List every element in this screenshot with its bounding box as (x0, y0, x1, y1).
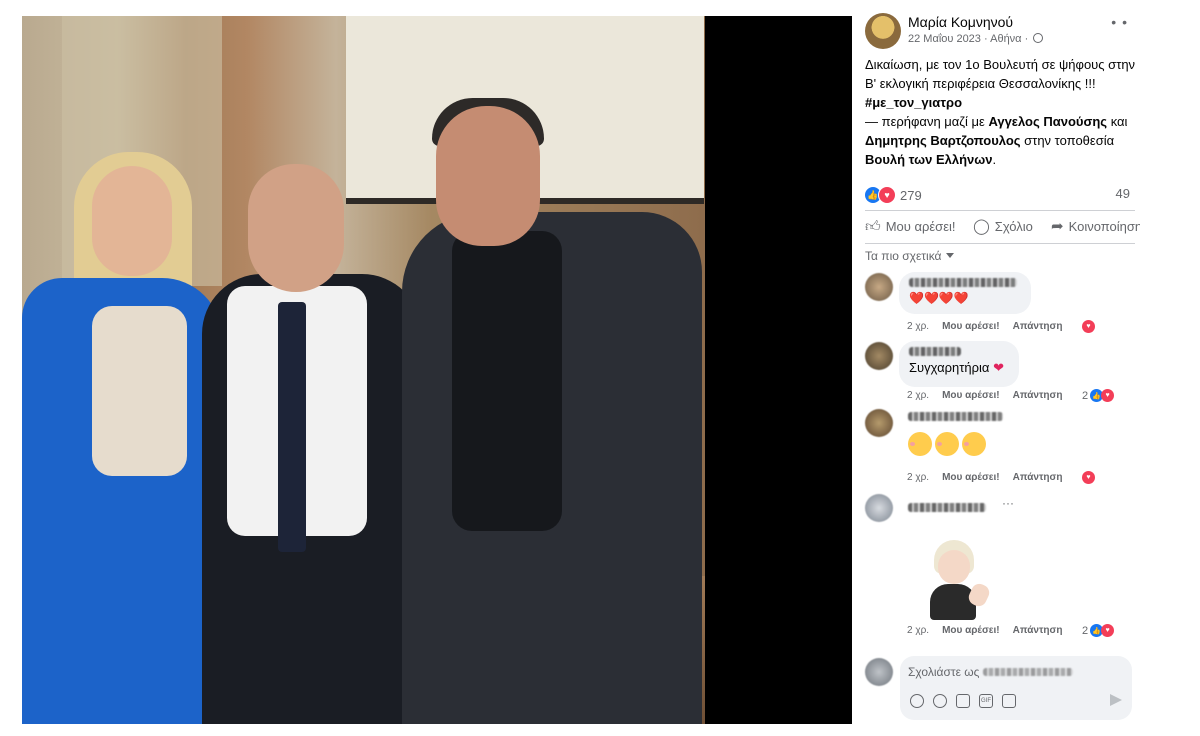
comment-meta: 2 χρ. Μου αρέσει! Απάντηση (907, 472, 1063, 483)
caption-line-2: Β' εκλογική περιφέρεια Θεσσαλονίκης !!! (865, 76, 1096, 91)
comment-reply-button[interactable]: Απάντηση (1013, 321, 1063, 332)
photo-person-woman-top (92, 306, 187, 476)
chevron-down-icon (945, 253, 954, 258)
comment-bubble: ❤️❤️❤️❤️ (899, 272, 1031, 314)
comment-count[interactable]: 49 (1116, 186, 1130, 201)
comment-reaction-count: 2 (1082, 389, 1089, 402)
share-button[interactable]: ➦ Κοινοποίηση (1051, 219, 1140, 234)
like-label: Μου αρέσει! (885, 219, 956, 234)
comment-like-button[interactable]: Μου αρέσει! (942, 625, 1000, 636)
commenter-name-redacted[interactable] (909, 347, 961, 356)
send-icon[interactable] (1110, 694, 1122, 706)
photo-person-woman-face (92, 166, 172, 276)
comment-label: Σχόλιο (994, 219, 1033, 234)
comment-reactions[interactable]: 2 👍 ♥ (1082, 389, 1115, 402)
photo-scene (22, 16, 705, 724)
comment-meta: 2 χρ. Μου αρέσει! Απάντηση (907, 625, 1063, 636)
post-location[interactable]: Αθήνα (990, 33, 1021, 45)
post-caption: Δικαίωση, με τον 1ο Βουλευτή σε ψήφους σ… (865, 55, 1140, 169)
love-reaction-icon: ♥ (1082, 471, 1095, 484)
comment-like-button[interactable]: Μου αρέσει! (942, 321, 1000, 332)
caption-line-1: Δικαίωση, με τον 1ο Βουλευτή σε ψήφους σ… (865, 57, 1136, 72)
comment-reactions[interactable]: ♥ (1082, 320, 1095, 333)
post-actions-bar: 👍︎ Μου αρέσει! ◯ Σχόλιο ➦ Κοινοποίηση (865, 210, 1140, 244)
sticker-icon[interactable] (1002, 694, 1016, 708)
like-button[interactable]: 👍︎ Μου αρέσει! (865, 219, 956, 234)
comment-options-icon[interactable]: ··· (1002, 496, 1014, 510)
love-reaction-icon: ♥ (878, 186, 896, 204)
post-photo[interactable] (22, 16, 852, 724)
love-reaction-icon: ♥ (1082, 320, 1095, 333)
share-icon: ➦ (1051, 218, 1064, 235)
photo-person-man-right-shirt (452, 231, 562, 531)
comment-composer[interactable]: Σχολιάστε ως GIF (900, 656, 1132, 720)
comment-bubble: Συγχαρητήρια ❤ (899, 341, 1019, 387)
comment-reactions[interactable]: 2 👍 ♥ (1082, 624, 1115, 637)
commenter-avatar[interactable] (865, 342, 893, 370)
smiling-face-with-hearts-icon (908, 432, 932, 456)
camera-icon[interactable] (956, 694, 970, 708)
comment-sort-dropdown[interactable]: Τα πιο σχετικά (865, 249, 954, 263)
comment-emoji-row (908, 432, 989, 461)
photo-person-man-right-face (436, 106, 540, 246)
comment-text: Συγχαρητήρια (909, 360, 990, 375)
author-avatar[interactable] (865, 13, 901, 49)
comment-input-placeholder: Σχολιάστε ως (908, 665, 980, 679)
post-meta: 22 Μαΐου 2023 · Αθήνα · (908, 33, 1044, 45)
smiling-face-with-hearts-icon (935, 432, 959, 456)
comment-reply-button[interactable]: Απάντηση (1013, 625, 1063, 636)
caption-hashtag[interactable]: #με_τον_γιατρο (865, 93, 1140, 112)
photo-person-man-center-face (248, 164, 344, 292)
tagged-person-2[interactable]: Δημητρης Βαρτζοπουλος (865, 133, 1021, 148)
caption-tags-line-3: Βουλή των Ελλήνων. (865, 152, 997, 167)
commenter-name-redacted[interactable] (909, 278, 1017, 287)
post-date[interactable]: 22 Μαΐου 2023 (908, 33, 981, 45)
comment-meta: 2 χρ. Μου αρέσει! Απάντηση (907, 390, 1063, 401)
caption-tags-line-1: — περήφανη μαζί με Αγγελος Πανούσης και (865, 114, 1128, 129)
photo-person-man-center-tie (278, 302, 306, 552)
commenter-avatar[interactable] (865, 494, 893, 522)
sort-label: Τα πιο σχετικά (865, 249, 942, 263)
commenter-avatar[interactable] (865, 409, 893, 437)
current-user-name-redacted (982, 668, 1073, 676)
comment-text: ❤️❤️❤️❤️ (909, 291, 969, 305)
comment-like-button[interactable]: Μου αρέσει! (942, 472, 1000, 483)
comment-icon: ◯ (973, 218, 990, 235)
globe-icon (1033, 33, 1044, 43)
commenter-name-redacted[interactable] (908, 503, 986, 512)
composer-toolbar: GIF (910, 694, 1016, 708)
emoji-icon[interactable] (933, 694, 947, 708)
love-reaction-icon: ♥ (1101, 624, 1115, 637)
comment-button[interactable]: ◯ Σχόλιο (973, 219, 1033, 234)
reactions-summary[interactable]: 👍 ♥ 279 (865, 186, 922, 204)
more-icon[interactable]: • • (1111, 15, 1128, 29)
love-reaction-icon: ♥ (1101, 389, 1115, 402)
comment-reactions[interactable]: ♥ (1082, 471, 1095, 484)
comment-reply-button[interactable]: Απάντηση (1013, 472, 1063, 483)
author-name[interactable]: Μαρία Κομνηνού (908, 14, 1013, 30)
gif-icon[interactable]: GIF (979, 694, 993, 708)
reaction-count: 279 (900, 187, 922, 203)
smiling-face-with-hearts-icon (962, 432, 986, 456)
comment-meta: 2 χρ. Μου αρέσει! Απάντηση (907, 321, 1063, 332)
comment-reply-button[interactable]: Απάντηση (1013, 390, 1063, 401)
tagged-location[interactable]: Βουλή των Ελλήνων (865, 152, 992, 167)
share-label: Κοινοποίηση (1068, 219, 1140, 234)
like-icon: 👍︎ (865, 218, 881, 235)
avatar-sticker (924, 540, 992, 624)
caption-tags-line-2: Δημητρης Βαρτζοπουλος στην τοποθεσία (865, 133, 1115, 148)
heart-icon: ❤ (993, 360, 1004, 375)
current-user-avatar[interactable] (865, 658, 893, 686)
commenter-avatar[interactable] (865, 273, 893, 301)
avatar-sticker-icon[interactable] (910, 694, 924, 708)
post-side-panel: Μαρία Κομνηνού 22 Μαΐου 2023 · Αθήνα · •… (852, 0, 1140, 736)
tagged-person-1[interactable]: Αγγελος Πανούσης (988, 114, 1107, 129)
commenter-name-redacted[interactable] (908, 412, 1003, 421)
comment-like-button[interactable]: Μου αρέσει! (942, 390, 1000, 401)
comment-reaction-count: 2 (1082, 624, 1089, 637)
